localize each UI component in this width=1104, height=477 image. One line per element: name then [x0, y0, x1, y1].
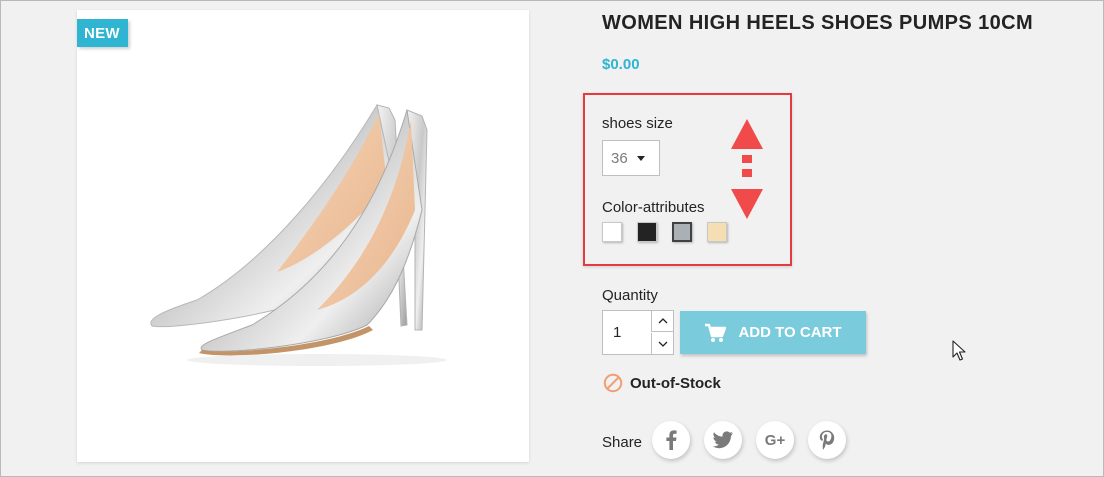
add-to-cart-label: ADD TO CART — [738, 324, 842, 341]
shopping-cart-icon — [705, 323, 727, 342]
color-swatch-white[interactable] — [602, 222, 622, 242]
chevron-down-icon — [658, 341, 667, 347]
product-image: NEW — [77, 10, 529, 462]
silver-pump-shoes-image — [150, 103, 447, 366]
color-attributes-label: Color-attributes — [602, 199, 705, 216]
shoes-size-select[interactable]: 36 — [602, 140, 660, 176]
quantity-stepper — [602, 310, 674, 355]
up-down-arrow-annotation-icon — [731, 119, 763, 219]
color-swatch-grey[interactable] — [672, 222, 692, 242]
facebook-share-button[interactable] — [652, 421, 690, 459]
color-swatch-beige[interactable] — [707, 222, 727, 242]
google-plus-icon: G+ — [764, 431, 786, 449]
mouse-cursor-icon — [952, 340, 966, 361]
quantity-input[interactable] — [613, 324, 643, 341]
pinterest-share-button[interactable] — [808, 421, 846, 459]
new-badge: NEW — [77, 19, 128, 47]
shoes-size-label: shoes size — [602, 115, 673, 132]
block-icon — [603, 373, 623, 393]
facebook-icon — [666, 430, 677, 450]
add-to-cart-button[interactable]: ADD TO CART — [680, 311, 866, 354]
twitter-share-button[interactable] — [704, 421, 742, 459]
availability-text: Out-of-Stock — [630, 374, 721, 392]
product-title: WOMEN HIGH HEELS SHOES PUMPS 10CM — [602, 12, 1034, 34]
pinterest-icon — [819, 430, 835, 450]
quantity-decrease-button[interactable] — [651, 333, 673, 354]
caret-down-icon — [637, 156, 645, 161]
quantity-increase-button[interactable] — [651, 311, 673, 332]
color-swatch-black[interactable] — [637, 222, 657, 242]
google-plus-share-button[interactable]: G+ — [756, 421, 794, 459]
availability-status: Out-of-Stock — [603, 373, 721, 393]
twitter-icon — [712, 431, 733, 449]
color-swatches — [602, 222, 727, 242]
product-price: $0.00 — [602, 56, 640, 73]
share-label: Share — [602, 434, 643, 451]
chevron-up-icon — [658, 318, 667, 324]
quantity-label: Quantity — [602, 287, 658, 304]
shoes-size-value: 36 — [611, 149, 628, 167]
